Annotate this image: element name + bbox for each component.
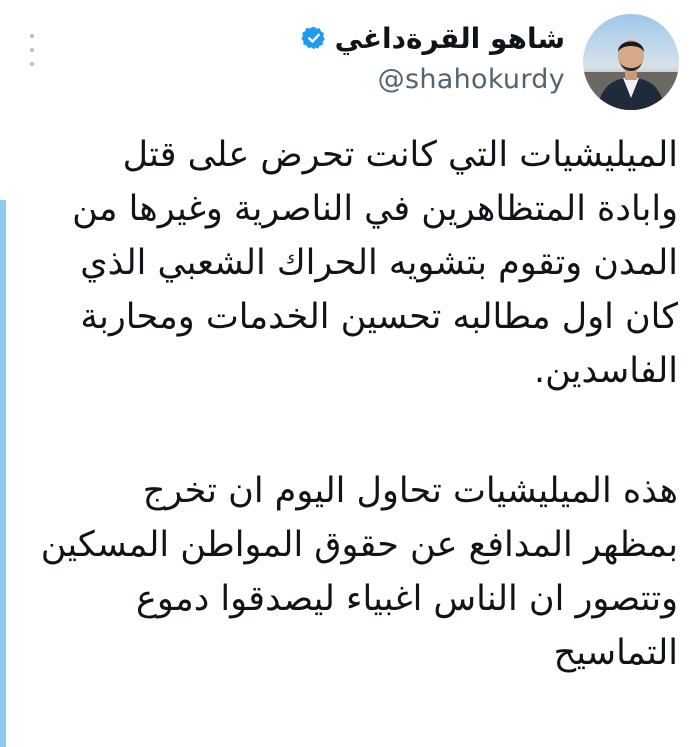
more-vertical-icon [30, 34, 34, 38]
tweet-line: الميليشيات التي كانت تحرض على قتل [122, 135, 678, 175]
tweet-line: الفاسدين. [534, 351, 678, 391]
author-display-name[interactable]: شاهو القرةداغي [335, 22, 565, 55]
tweet-line: التماسيح [553, 633, 678, 673]
more-dot [30, 62, 34, 66]
avatar-photo [583, 14, 679, 110]
tweet-line: وابادة المتظاهرين في الناصرية وغيرها من [72, 189, 678, 229]
author-handle[interactable]: @shahokurdy [301, 64, 565, 95]
display-name-row: شاهو القرةداغي [300, 18, 565, 58]
tweet-line: وتتصور ان الناس اغبياء ليصدقوا دموع [136, 579, 678, 619]
tweet-text: الميليشيات التي كانت تحرض على قتل وابادة… [28, 128, 678, 680]
avatar[interactable] [583, 14, 679, 110]
tweet-header: شاهو القرةداغي @shahokurdy [300, 18, 565, 95]
more-dot [30, 48, 34, 52]
tweet-line: هذه الميليشيات تحاول اليوم ان تخرج [142, 471, 678, 511]
tweet-line: كان اول مطالبه تحسين الخدمات ومحاربة [80, 297, 678, 337]
more-options-button[interactable] [24, 34, 40, 66]
tweet-line: المدن وتقوم بتشويه الحراك الشعبي الذي [80, 243, 678, 283]
quote-accent-bar [0, 200, 6, 747]
tweet-line: بمظهر المدافع عن حقوق المواطن المسكين [40, 525, 678, 565]
verified-badge-icon [300, 25, 327, 51]
